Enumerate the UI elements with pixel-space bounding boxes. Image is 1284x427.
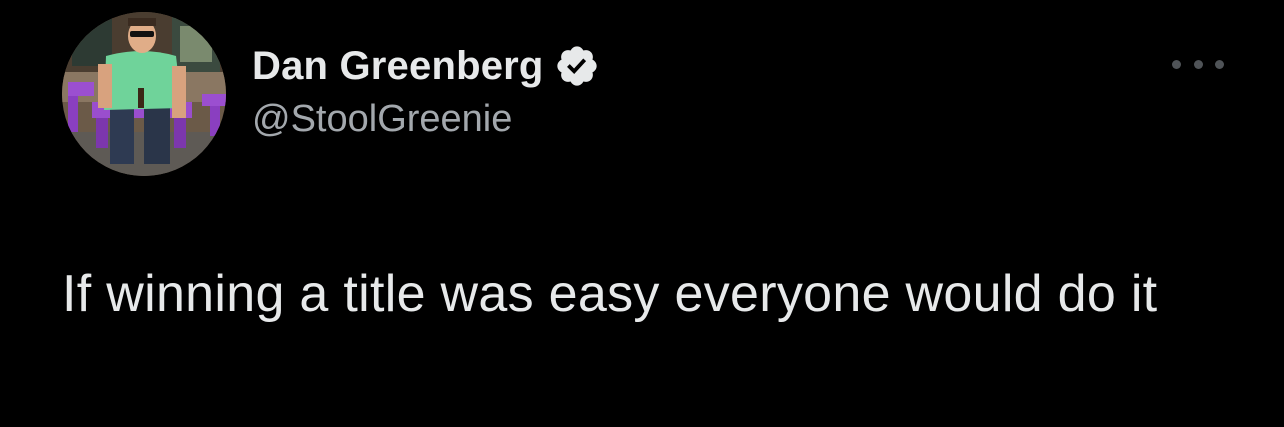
author-name-row: Dan Greenberg xyxy=(252,38,600,94)
more-options-ellipsis-icon[interactable] xyxy=(1172,52,1224,76)
tweet-card: Dan Greenberg @StoolGreenie If winning a… xyxy=(0,0,1284,427)
avatar-photo xyxy=(62,12,226,176)
ellipsis-dot xyxy=(1193,59,1203,69)
verified-badge-icon xyxy=(554,43,600,89)
author-avatar[interactable] xyxy=(62,12,226,176)
author-handle[interactable]: @StoolGreenie xyxy=(252,98,600,141)
ellipsis-dot xyxy=(1172,59,1181,69)
author-display-name[interactable]: Dan Greenberg xyxy=(252,44,544,89)
ellipsis-dot xyxy=(1215,59,1224,69)
tweet-text: If winning a title was easy everyone wou… xyxy=(62,265,1158,323)
author-block: Dan Greenberg @StoolGreenie xyxy=(252,38,600,141)
